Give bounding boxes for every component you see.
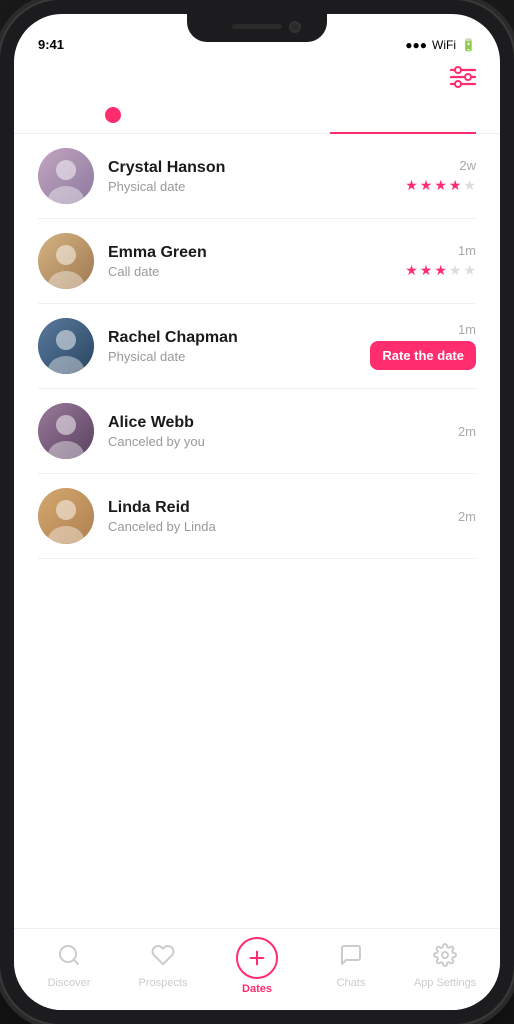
star-empty: ★: [463, 177, 476, 194]
date-name: Rachel Chapman: [108, 329, 356, 347]
chats-icon: [339, 943, 363, 973]
date-meta: 1m★★★★★: [405, 243, 476, 279]
date-time: 2m: [458, 424, 476, 439]
star-filled: ★: [405, 177, 418, 194]
star-filled: ★: [420, 262, 433, 279]
tab-pending[interactable]: [38, 106, 184, 133]
star-empty: ★: [449, 262, 462, 279]
nav-chats[interactable]: Chats: [304, 943, 398, 989]
notch: [187, 14, 327, 42]
date-info: Linda Reid Canceled by Linda: [108, 499, 444, 534]
date-type: Canceled by you: [108, 434, 444, 449]
date-type: Physical date: [108, 179, 391, 194]
filter-icon[interactable]: [450, 66, 476, 94]
dates-icon: [236, 937, 278, 979]
date-list: Crystal HansonPhysical date2w★★★★★ Emma …: [14, 134, 500, 928]
star-filled: ★: [434, 262, 447, 279]
list-item[interactable]: Linda Reid Canceled by Linda 2m: [38, 474, 476, 559]
status-icons: ●●● WiFi 🔋: [405, 38, 476, 52]
tab-past-date[interactable]: [330, 106, 476, 133]
tab-upcoming[interactable]: [184, 106, 330, 133]
avatar: [38, 233, 94, 289]
dates-label: Dates: [242, 983, 272, 995]
date-name: Emma Green: [108, 244, 391, 262]
battery-icon: 🔋: [461, 38, 476, 52]
date-name: Linda Reid: [108, 499, 444, 517]
date-info: Crystal Hanson Physical date: [108, 159, 391, 194]
tabs-bar: [14, 94, 500, 134]
nav-discover[interactable]: Discover: [22, 943, 116, 989]
rating-stars: ★★★★★: [405, 177, 476, 194]
rate-the-date-button[interactable]: Rate the date: [370, 341, 476, 370]
date-meta: 2w★★★★★: [405, 158, 476, 194]
list-item[interactable]: Emma GreenCall date1m★★★★★: [38, 219, 476, 304]
list-item[interactable]: Rachel Chapman Physical date 1m Rate the da…: [38, 304, 476, 389]
app-content: Crystal HansonPhysical date2w★★★★★ Emma …: [14, 58, 500, 1010]
discover-label: Discover: [48, 977, 91, 989]
prospects-icon: [151, 943, 175, 973]
date-meta: 1m Rate the date: [370, 322, 476, 370]
notch-speaker: [232, 24, 282, 29]
nav-prospects[interactable]: Prospects: [116, 943, 210, 989]
list-item[interactable]: Alice Webb Canceled by you 2m: [38, 389, 476, 474]
avatar: [38, 403, 94, 459]
avatar: [38, 318, 94, 374]
date-meta: 2m: [458, 424, 476, 439]
date-time: 2w: [459, 158, 476, 173]
bottom-nav: Discover Prospects: [14, 928, 500, 1010]
date-type: Canceled by Linda: [108, 519, 444, 534]
list-item[interactable]: Crystal HansonPhysical date2w★★★★★: [38, 134, 476, 219]
wifi-icon: WiFi: [432, 38, 456, 52]
app-settings-icon: [433, 943, 457, 973]
avatar: [38, 488, 94, 544]
nav-dates[interactable]: Dates: [210, 937, 304, 995]
app-settings-label: App Settings: [414, 977, 476, 989]
chats-label: Chats: [337, 977, 366, 989]
date-time: 1m: [458, 322, 476, 337]
star-empty: ★: [463, 262, 476, 279]
nav-app-settings[interactable]: App Settings: [398, 943, 492, 989]
star-filled: ★: [434, 177, 447, 194]
date-info: Emma Green Call date: [108, 244, 391, 279]
phone-shell: 9:41 ●●● WiFi 🔋: [0, 0, 514, 1024]
star-filled: ★: [420, 177, 433, 194]
date-info: Rachel Chapman Physical date: [108, 329, 356, 364]
date-type: Call date: [108, 264, 391, 279]
app-header: [14, 58, 500, 94]
date-meta: 2m: [458, 509, 476, 524]
date-time: 1m: [458, 243, 476, 258]
pending-badge: [105, 107, 121, 123]
rating-stars: ★★★★★: [405, 262, 476, 279]
date-type: Physical date: [108, 349, 356, 364]
phone-screen: 9:41 ●●● WiFi 🔋: [14, 14, 500, 1010]
prospects-label: Prospects: [139, 977, 188, 989]
status-time: 9:41: [38, 37, 64, 52]
date-name: Alice Webb: [108, 414, 444, 432]
signal-icon: ●●●: [405, 38, 427, 52]
notch-camera: [289, 21, 301, 33]
date-name: Crystal Hanson: [108, 159, 391, 177]
star-filled: ★: [449, 177, 462, 194]
date-time: 2m: [458, 509, 476, 524]
discover-icon: [57, 943, 81, 973]
avatar: [38, 148, 94, 204]
star-filled: ★: [405, 262, 418, 279]
date-info: Alice Webb Canceled by you: [108, 414, 444, 449]
